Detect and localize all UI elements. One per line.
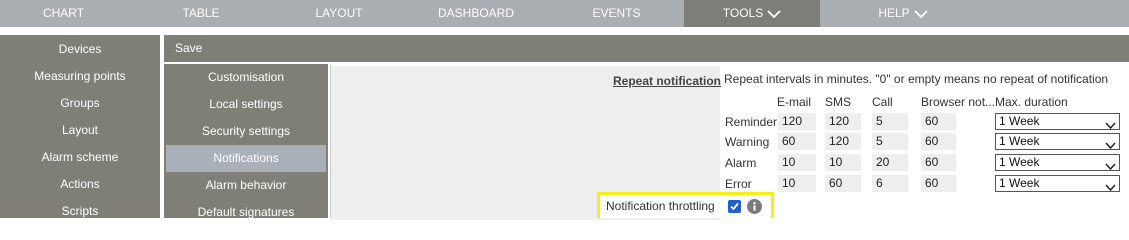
chevron-down-icon bbox=[1105, 138, 1116, 153]
column-header-browser: Browser not... bbox=[921, 95, 996, 109]
settings-subnav: Customisation Local settings Security se… bbox=[164, 62, 328, 219]
tab-help[interactable]: HELP bbox=[820, 0, 986, 27]
subnav-item-alarm-behavior[interactable]: Alarm behavior bbox=[164, 172, 328, 199]
tab-help-label: HELP bbox=[878, 6, 910, 20]
sidebar-item-actions[interactable]: Actions bbox=[0, 171, 160, 198]
alarm-sms-input[interactable]: 10 bbox=[825, 154, 861, 171]
tab-chart[interactable]: CHART bbox=[0, 0, 127, 27]
warning-sms-input[interactable]: 120 bbox=[825, 133, 861, 150]
row-label-alarm: Alarm bbox=[725, 156, 757, 170]
warning-duration-value: 1 Week bbox=[999, 134, 1040, 148]
alarm-duration-select[interactable]: 1 Week bbox=[995, 154, 1120, 171]
warning-browser-input[interactable]: 60 bbox=[921, 133, 956, 150]
sidebar-item-alarm-scheme[interactable]: Alarm scheme bbox=[0, 144, 160, 171]
alarm-browser-input[interactable]: 60 bbox=[921, 154, 956, 171]
chevron-down-icon bbox=[1105, 159, 1116, 174]
action-bar: Save bbox=[164, 35, 1129, 62]
tab-events[interactable]: EVENTS bbox=[549, 0, 684, 27]
notification-throttling-label: Notification throttling bbox=[606, 199, 715, 213]
sidebar: Devices Measuring points Groups Layout A… bbox=[0, 35, 160, 218]
error-browser-input[interactable]: 60 bbox=[921, 175, 956, 192]
tab-table[interactable]: TABLE bbox=[127, 0, 275, 27]
chevron-down-icon bbox=[1105, 180, 1116, 195]
reminder-call-input[interactable]: 5 bbox=[872, 113, 908, 130]
subnav-item-default-signatures[interactable]: Default signatures bbox=[164, 199, 328, 226]
sidebar-item-groups[interactable]: Groups bbox=[0, 90, 160, 117]
sidebar-item-measuring-points[interactable]: Measuring points bbox=[0, 63, 160, 90]
chevron-down-icon bbox=[1105, 118, 1116, 133]
reminder-duration-value: 1 Week bbox=[999, 114, 1040, 128]
tab-tools[interactable]: TOOLS bbox=[684, 0, 820, 27]
top-nav: CHART TABLE LAYOUT DASHBOARD EVENTS TOOL… bbox=[0, 0, 1129, 27]
column-header-call: Call bbox=[872, 95, 893, 109]
reminder-email-input[interactable]: 120 bbox=[778, 113, 816, 130]
sidebar-item-layout[interactable]: Layout bbox=[0, 117, 160, 144]
nav-divider bbox=[0, 27, 1129, 35]
sidebar-item-scripts[interactable]: Scripts bbox=[0, 198, 160, 225]
reminder-duration-select[interactable]: 1 Week bbox=[995, 113, 1120, 130]
alarm-duration-value: 1 Week bbox=[999, 155, 1040, 169]
error-duration-value: 1 Week bbox=[999, 176, 1040, 190]
save-button[interactable]: Save bbox=[175, 35, 202, 61]
tab-tools-label: TOOLS bbox=[722, 6, 764, 20]
error-call-input[interactable]: 6 bbox=[872, 175, 908, 192]
warning-call-input[interactable]: 5 bbox=[872, 133, 908, 150]
chevron-down-icon bbox=[767, 10, 781, 18]
subnav-item-notifications[interactable]: Notifications bbox=[166, 145, 326, 172]
reminder-sms-input[interactable]: 120 bbox=[825, 113, 861, 130]
info-icon[interactable] bbox=[747, 199, 762, 214]
warning-duration-select[interactable]: 1 Week bbox=[995, 133, 1120, 150]
row-label-warning: Warning bbox=[725, 135, 770, 149]
error-email-input[interactable]: 10 bbox=[778, 175, 816, 192]
subnav-item-local-settings[interactable]: Local settings bbox=[164, 91, 328, 118]
notification-throttling-row: Notification throttling bbox=[597, 192, 774, 218]
subnav-item-security-settings[interactable]: Security settings bbox=[164, 118, 328, 145]
chevron-down-icon bbox=[914, 10, 928, 18]
error-duration-select[interactable]: 1 Week bbox=[995, 175, 1120, 192]
error-sms-input[interactable]: 60 bbox=[825, 175, 861, 192]
column-header-sms: SMS bbox=[825, 95, 852, 109]
column-header-max-duration: Max. duration bbox=[995, 95, 1068, 109]
tab-dashboard[interactable]: DASHBOARD bbox=[403, 0, 549, 27]
column-header-email: E-mail bbox=[777, 95, 812, 109]
subnav-item-customisation[interactable]: Customisation bbox=[164, 64, 328, 91]
sidebar-item-devices[interactable]: Devices bbox=[0, 35, 160, 63]
alarm-call-input[interactable]: 20 bbox=[872, 154, 908, 171]
row-label-error: Error bbox=[725, 177, 752, 191]
notification-throttling-checkbox[interactable] bbox=[728, 200, 741, 213]
repeat-notification-description: Repeat intervals in minutes. "0" or empt… bbox=[724, 72, 1109, 86]
alarm-email-input[interactable]: 10 bbox=[778, 154, 816, 171]
row-label-reminder: Reminder bbox=[725, 115, 778, 129]
repeat-notification-title[interactable]: Repeat notification bbox=[613, 74, 721, 88]
tab-layout[interactable]: LAYOUT bbox=[275, 0, 403, 27]
warning-email-input[interactable]: 60 bbox=[778, 133, 816, 150]
reminder-browser-input[interactable]: 60 bbox=[921, 113, 956, 130]
